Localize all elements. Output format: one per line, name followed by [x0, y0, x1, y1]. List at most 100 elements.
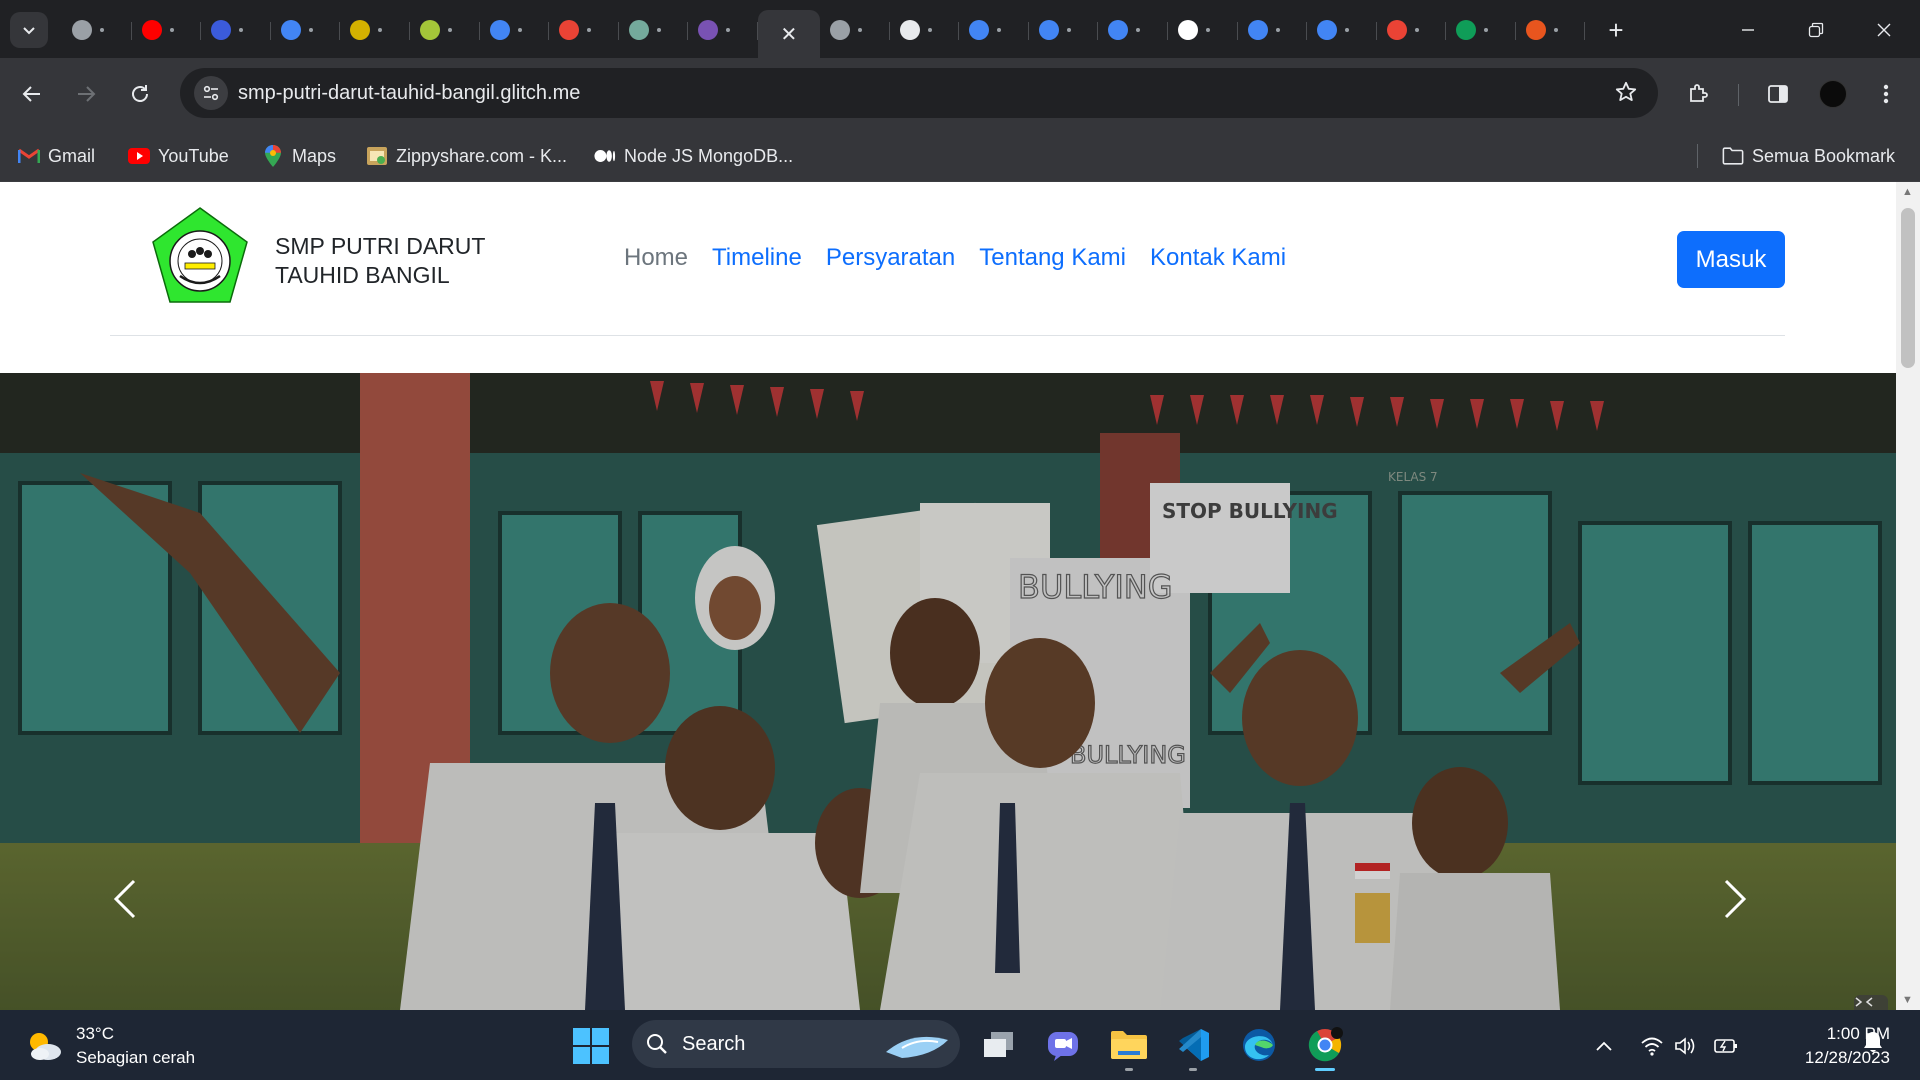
- browser-tab-active[interactable]: ✕: [757, 10, 820, 58]
- folder-icon: [1722, 145, 1744, 167]
- close-icon[interactable]: ✕: [781, 22, 798, 47]
- carousel-prev-button[interactable]: [112, 878, 172, 938]
- tune-icon: [203, 85, 219, 101]
- all-bookmarks-button[interactable]: Semua Bookmark: [1722, 144, 1895, 168]
- browser-tab[interactable]: [132, 10, 202, 50]
- vscode-button[interactable]: [1170, 1022, 1216, 1071]
- browser-tab[interactable]: [1238, 10, 1308, 50]
- edge-button[interactable]: [1236, 1022, 1282, 1068]
- brand-icon: [1525, 20, 1546, 40]
- weather-description: Sebagian cerah: [76, 1048, 196, 1067]
- bookmark-star-button[interactable]: [1614, 80, 1638, 109]
- scroll-up-icon[interactable]: ▲: [1902, 186, 1913, 198]
- chevron-right-icon: [1724, 879, 1747, 919]
- volume-button[interactable]: [1670, 1030, 1702, 1062]
- windows-taskbar: 33°C Sebagian cerah Search 1:00 PM 12/28…: [0, 1010, 1920, 1080]
- page-scrollbar[interactable]: ▲ ▼: [1896, 182, 1920, 1010]
- chevron-up-icon: [1596, 1041, 1612, 1051]
- browser-tab[interactable]: [688, 10, 758, 50]
- teams-button[interactable]: [1040, 1022, 1086, 1068]
- browser-tab[interactable]: [1446, 10, 1516, 50]
- login-button[interactable]: Masuk: [1677, 231, 1785, 288]
- browser-tab[interactable]: [1307, 10, 1377, 50]
- browser-tab[interactable]: [619, 10, 689, 50]
- bookmark-youtube[interactable]: YouTube: [128, 144, 229, 168]
- browser-tab[interactable]: [201, 10, 271, 50]
- wifi-button[interactable]: [1636, 1030, 1668, 1062]
- docs-icon: [969, 20, 990, 40]
- browser-tab[interactable]: [1029, 10, 1099, 50]
- scroll-down-icon[interactable]: ▼: [1902, 994, 1913, 1006]
- side-panel-button[interactable]: [1760, 76, 1796, 112]
- browser-tab[interactable]: [62, 10, 132, 50]
- gmail-icon: [1386, 20, 1407, 40]
- globe-icon: [829, 20, 850, 40]
- vscode-icon: [1179, 1029, 1209, 1061]
- new-tab-button[interactable]: +: [1600, 14, 1632, 46]
- puzzle-icon: [1690, 84, 1708, 102]
- nav-timeline[interactable]: Timeline: [712, 244, 802, 272]
- battery-button[interactable]: [1710, 1030, 1742, 1062]
- windows-logo-icon: [573, 1028, 609, 1064]
- notifications-button[interactable]: [1862, 1030, 1884, 1059]
- restore-button[interactable]: [1796, 14, 1836, 46]
- floating-widget-button[interactable]: [1854, 995, 1888, 1010]
- school-logo[interactable]: [150, 206, 250, 306]
- browser-tab[interactable]: [480, 10, 550, 50]
- browser-tab[interactable]: [959, 10, 1029, 50]
- carousel-next-button[interactable]: [1722, 878, 1782, 938]
- browser-tab[interactable]: [271, 10, 341, 50]
- extensions-button[interactable]: [1680, 76, 1716, 112]
- browser-tab[interactable]: [820, 10, 890, 50]
- bookmarks-divider: [1697, 144, 1698, 168]
- bookmark-maps[interactable]: Maps: [262, 144, 336, 168]
- bookmarks-bar: Gmail YouTube Maps Zippyshare.com - K...…: [0, 130, 1920, 182]
- bookmark-label: Maps: [292, 145, 337, 166]
- bookmark-node-mongodb[interactable]: Node JS MongoDB...: [594, 144, 793, 168]
- start-button[interactable]: [572, 1027, 610, 1065]
- close-window-button[interactable]: [1864, 14, 1904, 46]
- address-bar[interactable]: smp-putri-darut-tauhid-bangil.glitch.me: [180, 68, 1658, 118]
- browser-tab[interactable]: [1168, 10, 1238, 50]
- bookmark-zippyshare[interactable]: Zippyshare.com - K...: [366, 144, 567, 168]
- weather-widget[interactable]: 33°C Sebagian cerah: [24, 1022, 195, 1070]
- task-view-button[interactable]: [976, 1022, 1022, 1068]
- minimize-button[interactable]: [1728, 14, 1768, 46]
- tab-title-fade: [1345, 28, 1350, 32]
- browser-tab[interactable]: [1516, 10, 1586, 50]
- browser-tab[interactable]: [549, 10, 619, 50]
- url-text[interactable]: smp-putri-darut-tauhid-bangil.glitch.me: [238, 82, 580, 105]
- reload-button[interactable]: [122, 76, 158, 112]
- menu-button[interactable]: [1868, 76, 1904, 112]
- browser-tab[interactable]: [1377, 10, 1447, 50]
- tab-search-button[interactable]: [10, 12, 48, 48]
- scrollbar-thumb[interactable]: [1901, 208, 1915, 368]
- profile-button[interactable]: [1815, 76, 1851, 112]
- medium-icon: [594, 145, 616, 167]
- site-brand[interactable]: SMP PUTRI DARUT TAUHID BANGIL: [275, 232, 515, 290]
- browser-tab[interactable]: [890, 10, 960, 50]
- show-hidden-icons-button[interactable]: [1588, 1030, 1620, 1062]
- gmail-icon: [18, 145, 40, 167]
- bookmark-gmail[interactable]: Gmail: [18, 144, 95, 168]
- nav-kontak-kami[interactable]: Kontak Kami: [1150, 244, 1286, 272]
- site-info-button[interactable]: [194, 76, 228, 110]
- taskbar-search[interactable]: Search: [632, 1020, 960, 1068]
- forward-button[interactable]: [68, 76, 104, 112]
- tab-title-fade: [587, 28, 592, 32]
- browser-tab[interactable]: [1098, 10, 1168, 50]
- teams-chat-icon: [1048, 1032, 1078, 1061]
- browser-tab[interactable]: [340, 10, 410, 50]
- tab-title-fade: [1414, 28, 1419, 32]
- browser-tab[interactable]: [410, 10, 480, 50]
- folder-icon: [1111, 1031, 1147, 1059]
- search-icon: [646, 1033, 668, 1055]
- bookmark-label: Node JS MongoDB...: [624, 145, 794, 166]
- chevron-down-icon: [23, 27, 35, 35]
- back-button[interactable]: [14, 76, 50, 112]
- nav-home[interactable]: Home: [624, 244, 688, 272]
- nav-persyaratan[interactable]: Persyaratan: [826, 244, 955, 272]
- nav-tentang-kami[interactable]: Tentang Kami: [979, 244, 1126, 272]
- chrome-button[interactable]: [1302, 1022, 1348, 1071]
- file-explorer-button[interactable]: [1106, 1022, 1152, 1071]
